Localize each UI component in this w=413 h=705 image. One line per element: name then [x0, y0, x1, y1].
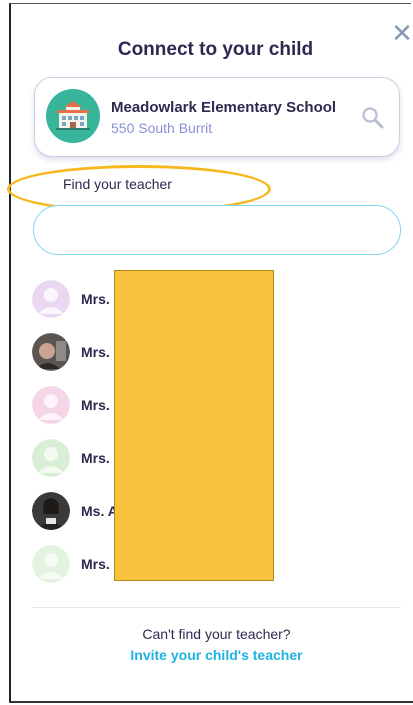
default-avatar-icon	[32, 386, 70, 424]
teacher-search-input[interactable]	[33, 205, 401, 255]
invite-teacher-link[interactable]: Invite your child's teacher	[0, 647, 413, 663]
school-name: Meadowlark Elementary School	[111, 99, 337, 116]
search-icon[interactable]	[361, 106, 385, 130]
photo-avatar	[32, 492, 70, 530]
divider	[33, 607, 401, 608]
teacher-name: Ms. A	[81, 503, 118, 519]
photo-avatar	[32, 333, 70, 371]
frame-bottom-border	[9, 701, 413, 703]
default-avatar-icon	[32, 280, 70, 318]
modal-title: Connect to your child	[117, 39, 314, 60]
default-avatar-icon	[32, 439, 70, 477]
school-address: 550 South Burrit	[111, 120, 213, 136]
school-building-icon	[46, 89, 100, 143]
teacher-name: Mrs.	[81, 397, 110, 413]
teacher-name: Mrs.	[81, 344, 110, 360]
teacher-name: Mrs.	[81, 556, 110, 572]
default-avatar-icon	[32, 545, 70, 583]
redaction-block	[114, 270, 274, 581]
teacher-name: Mrs.	[81, 450, 110, 466]
cant-find-teacher-text: Can't find your teacher?	[142, 626, 291, 642]
teacher-name: Mrs.	[81, 291, 110, 307]
school-card[interactable]: Meadowlark Elementary School 550 South B…	[34, 77, 400, 157]
